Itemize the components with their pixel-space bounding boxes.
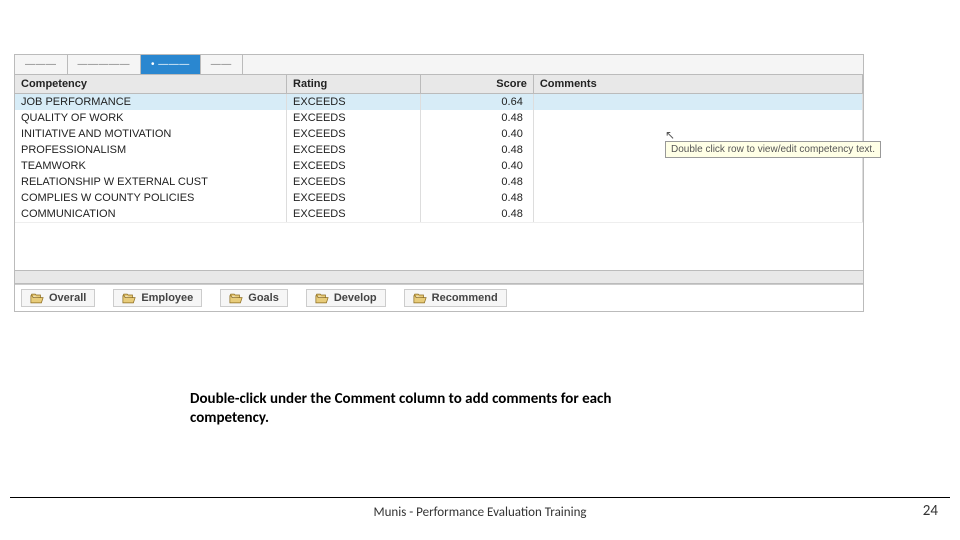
cell-comments[interactable] bbox=[533, 142, 862, 158]
lower-tab-employee[interactable]: Employee bbox=[113, 289, 202, 307]
page-number: 24 bbox=[923, 502, 938, 520]
table-header-row: Competency Rating Score Comments bbox=[15, 75, 863, 94]
folder-open-icon bbox=[413, 293, 427, 304]
cell-competency[interactable]: PROFESSIONALISM bbox=[15, 142, 287, 158]
folder-open-icon bbox=[122, 293, 136, 304]
cell-comments[interactable] bbox=[533, 110, 862, 126]
upper-tab-4[interactable]: —— bbox=[201, 55, 243, 74]
cell-comments[interactable] bbox=[533, 158, 862, 174]
competency-table[interactable]: Competency Rating Score Comments JOB PER… bbox=[15, 75, 863, 222]
cell-score[interactable]: 0.64 bbox=[420, 94, 533, 111]
table-row[interactable]: TEAMWORKEXCEEDS0.40 bbox=[15, 158, 863, 174]
cell-competency[interactable]: RELATIONSHIP W EXTERNAL CUST bbox=[15, 174, 287, 190]
lower-tab-overall[interactable]: Overall bbox=[21, 289, 95, 307]
col-header-comments[interactable]: Comments bbox=[533, 75, 862, 94]
upper-tab-strip: ——— ————— • ——— —— bbox=[15, 55, 863, 75]
cell-competency[interactable]: JOB PERFORMANCE bbox=[15, 94, 287, 111]
grid-footer-bar bbox=[15, 270, 863, 284]
cell-competency[interactable]: COMPLIES W COUNTY POLICIES bbox=[15, 190, 287, 206]
table-row[interactable]: PROFESSIONALISMEXCEEDS0.48 bbox=[15, 142, 863, 158]
folder-open-icon bbox=[229, 293, 243, 304]
cell-competency[interactable]: COMMUNICATION bbox=[15, 206, 287, 222]
cell-score[interactable]: 0.40 bbox=[420, 126, 533, 142]
lower-tab-strip: Overall Employee Goals Develop Recommend bbox=[15, 284, 863, 311]
col-header-rating[interactable]: Rating bbox=[287, 75, 421, 94]
cell-score[interactable]: 0.48 bbox=[420, 206, 533, 222]
cell-rating[interactable]: EXCEEDS bbox=[287, 94, 421, 111]
cell-rating[interactable]: EXCEEDS bbox=[287, 110, 421, 126]
lower-tab-label: Develop bbox=[334, 292, 377, 304]
lower-tab-label: Recommend bbox=[432, 292, 498, 304]
slide-instruction-text: Double-click under the Comment column to… bbox=[190, 390, 670, 428]
table-row[interactable]: QUALITY OF WORKEXCEEDS0.48 bbox=[15, 110, 863, 126]
lower-tab-develop[interactable]: Develop bbox=[306, 289, 386, 307]
cell-competency[interactable]: TEAMWORK bbox=[15, 158, 287, 174]
folder-open-icon bbox=[30, 293, 44, 304]
table-row[interactable]: COMMUNICATIONEXCEEDS0.48 bbox=[15, 206, 863, 222]
cell-comments[interactable] bbox=[533, 126, 862, 142]
lower-tab-label: Employee bbox=[141, 292, 193, 304]
cell-rating[interactable]: EXCEEDS bbox=[287, 206, 421, 222]
table-row[interactable]: INITIATIVE AND MOTIVATIONEXCEEDS0.40 bbox=[15, 126, 863, 142]
table-row[interactable]: COMPLIES W COUNTY POLICIESEXCEEDS0.48 bbox=[15, 190, 863, 206]
cell-comments[interactable] bbox=[533, 206, 862, 222]
upper-tab-1[interactable]: ——— bbox=[15, 55, 68, 74]
cell-rating[interactable]: EXCEEDS bbox=[287, 126, 421, 142]
cell-score[interactable]: 0.48 bbox=[420, 190, 533, 206]
cell-rating[interactable]: EXCEEDS bbox=[287, 190, 421, 206]
footer-title: Munis - Performance Evaluation Training bbox=[0, 505, 960, 520]
cell-competency[interactable]: INITIATIVE AND MOTIVATION bbox=[15, 126, 287, 142]
lower-tab-label: Goals bbox=[248, 292, 279, 304]
cell-rating[interactable]: EXCEEDS bbox=[287, 142, 421, 158]
folder-open-icon bbox=[315, 293, 329, 304]
lower-tab-label: Overall bbox=[49, 292, 86, 304]
cell-rating[interactable]: EXCEEDS bbox=[287, 158, 421, 174]
cell-score[interactable]: 0.48 bbox=[420, 142, 533, 158]
lower-tab-recommend[interactable]: Recommend bbox=[404, 289, 507, 307]
upper-tab-2[interactable]: ————— bbox=[68, 55, 142, 74]
cell-comments[interactable] bbox=[533, 190, 862, 206]
table-row[interactable]: JOB PERFORMANCEEXCEEDS0.64 bbox=[15, 94, 863, 111]
cell-score[interactable]: 0.40 bbox=[420, 158, 533, 174]
cell-score[interactable]: 0.48 bbox=[420, 110, 533, 126]
footer-divider bbox=[10, 497, 950, 498]
lower-tab-goals[interactable]: Goals bbox=[220, 289, 288, 307]
cell-comments[interactable] bbox=[533, 174, 862, 190]
cell-comments[interactable] bbox=[533, 94, 862, 111]
cell-score[interactable]: 0.48 bbox=[420, 174, 533, 190]
cell-competency[interactable]: QUALITY OF WORK bbox=[15, 110, 287, 126]
cell-rating[interactable]: EXCEEDS bbox=[287, 174, 421, 190]
upper-tab-3-active[interactable]: • ——— bbox=[141, 55, 201, 74]
grid-empty-area bbox=[15, 222, 863, 270]
col-header-score[interactable]: Score bbox=[420, 75, 533, 94]
competency-grid-window: ——— ————— • ——— —— Competency Rating Sco… bbox=[14, 54, 864, 312]
col-header-competency[interactable]: Competency bbox=[15, 75, 287, 94]
table-row[interactable]: RELATIONSHIP W EXTERNAL CUSTEXCEEDS0.48 bbox=[15, 174, 863, 190]
